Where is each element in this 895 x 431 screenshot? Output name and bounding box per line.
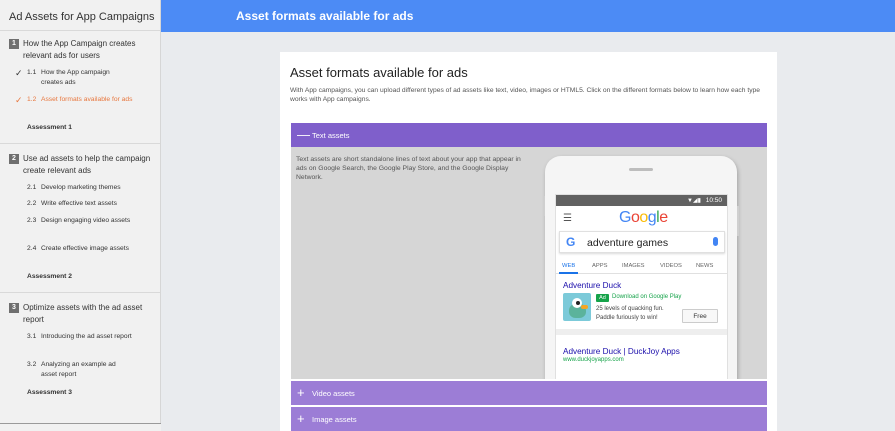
tab-apps: APPS [592, 263, 608, 269]
microphone-icon [713, 237, 718, 246]
tab-underline [559, 272, 578, 274]
accordion-image-assets[interactable]: + Image assets [291, 407, 767, 431]
divider [0, 143, 160, 144]
result-url: www.duckjoyapps.com [563, 357, 624, 363]
ad-badge: Ad [596, 294, 609, 302]
assessment-1-link[interactable]: Assessment 1 [27, 124, 72, 131]
lesson-number: 1.1 [27, 69, 37, 76]
lesson-label: Create effective image assets [41, 245, 129, 252]
lesson-1-2[interactable]: ✓ 1.2 Asset formats available for ads [15, 95, 147, 105]
google-header: ☰ Google [556, 206, 727, 230]
lesson-label: Analyzing an example ad asset report [41, 361, 116, 378]
page-title: Asset formats available for ads [236, 9, 414, 23]
google-logo: Google [619, 209, 668, 226]
plus-icon: + [297, 411, 305, 426]
text-assets-description: Text assets are short standalone lines o… [296, 156, 521, 181]
search-box: G adventure games [559, 231, 725, 253]
assessment-2-link[interactable]: Assessment 2 [27, 273, 72, 280]
lesson-3-2[interactable]: 3.2 Analyzing an example ad asset report [27, 360, 147, 380]
lesson-number: 2.1 [27, 184, 37, 191]
status-bar: ▼◢▮ 10:50 [556, 195, 727, 206]
card-intro: With App campaigns, you can upload diffe… [290, 87, 760, 103]
description-line: Paddle furiously to win! [596, 315, 658, 321]
sidebar: Ad Assets for App Campaigns 1 How the Ap… [0, 0, 161, 431]
lesson-2-3[interactable]: 2.3 Design engaging video assets [27, 216, 147, 226]
lesson-2-1[interactable]: 2.1 Develop marketing themes [27, 183, 147, 193]
top-header: Asset formats available for ads [161, 0, 895, 32]
module-title[interactable]: Optimize assets with the ad asset report [23, 302, 153, 326]
result-title: Adventure Duck | DuckJoy Apps [563, 347, 680, 356]
lesson-number: 3.1 [27, 333, 37, 340]
ad-download-line: Download on Google Play [612, 294, 682, 300]
divider [0, 292, 160, 293]
check-icon: ✓ [15, 95, 23, 105]
assessment-3-link[interactable]: Assessment 3 [27, 389, 72, 396]
content-card: Asset formats available for ads With App… [280, 52, 777, 431]
phone-mockup: ▼◢▮ 10:50 ☰ Google G adventure games WEB [543, 156, 739, 379]
accordion-label: Video assets [312, 389, 355, 398]
divider [0, 30, 160, 31]
sidebar-footer [0, 423, 161, 431]
free-button: Free [682, 309, 718, 323]
module-number: 2 [9, 154, 19, 164]
tab-web: WEB [562, 263, 576, 269]
module-title[interactable]: How the App Campaign creates relevant ad… [23, 38, 153, 62]
phone-button [543, 196, 545, 216]
duck-app-icon [563, 293, 591, 321]
phone-screen: ▼◢▮ 10:50 ☰ Google G adventure games WEB [555, 194, 728, 379]
accordion-video-assets[interactable]: + Video assets [291, 381, 767, 405]
ad-result: Adventure Duck Ad Download on Google Pla… [556, 277, 727, 335]
module-number: 3 [9, 303, 19, 313]
organic-result: Adventure Duck | DuckJoy Apps www.duckjo… [556, 341, 727, 379]
lesson-2-4[interactable]: 2.4 Create effective image assets [27, 244, 147, 254]
signal-wifi-battery-icon: ▼◢▮ [687, 198, 701, 204]
lesson-3-1[interactable]: 3.1 Introducing the ad asset report [27, 332, 147, 342]
accordion-label: Text assets [312, 131, 350, 140]
lesson-label: Develop marketing themes [41, 184, 121, 191]
lesson-number: 3.2 [27, 361, 37, 368]
phone-speaker [629, 168, 653, 171]
lesson-label: Introducing the ad asset report [41, 333, 132, 340]
check-icon: ✓ [15, 68, 23, 78]
lesson-1-1[interactable]: ✓ 1.1 How the App campaign creates ads [15, 68, 147, 88]
result-description: 25 levels of quacking fun. Paddle furiou… [596, 305, 681, 323]
google-g-icon: G [566, 235, 576, 249]
lesson-number: 2.4 [27, 245, 37, 252]
lesson-label: Asset formats available for ads [41, 96, 133, 103]
module-title[interactable]: Use ad assets to help the campaign creat… [23, 153, 153, 177]
module-number: 1 [9, 39, 19, 49]
search-tabs: WEB APPS IMAGES VIDEOS NEWS [556, 258, 727, 274]
lesson-number: 2.2 [27, 200, 37, 207]
course-title: Ad Assets for App Campaigns [9, 11, 155, 23]
accordion-label: Image assets [312, 415, 357, 424]
card-title: Asset formats available for ads [290, 65, 468, 80]
tab-images: IMAGES [622, 263, 645, 269]
lesson-label: Write effective text assets [41, 200, 117, 207]
result-title: Adventure Duck [563, 281, 622, 290]
hamburger-menu-icon: ☰ [563, 213, 572, 224]
minus-icon: — [297, 127, 310, 142]
lesson-2-2[interactable]: 2.2 Write effective text assets [27, 199, 147, 209]
lesson-number: 1.2 [27, 96, 37, 103]
search-query: adventure games [587, 237, 669, 249]
lesson-label: Design engaging video assets [41, 217, 131, 224]
text-assets-panel: Text assets are short standalone lines o… [291, 147, 767, 379]
phone-button [737, 206, 739, 236]
plus-icon: + [297, 385, 305, 400]
tab-news: NEWS [696, 263, 714, 269]
description-line: 25 levels of quacking fun. [596, 306, 664, 312]
status-time: 10:50 [705, 197, 722, 204]
accordion-text-assets[interactable]: — Text assets [291, 123, 767, 147]
tab-videos: VIDEOS [660, 263, 682, 269]
lesson-label: How the App campaign creates ads [41, 69, 110, 86]
lesson-number: 2.3 [27, 217, 37, 224]
